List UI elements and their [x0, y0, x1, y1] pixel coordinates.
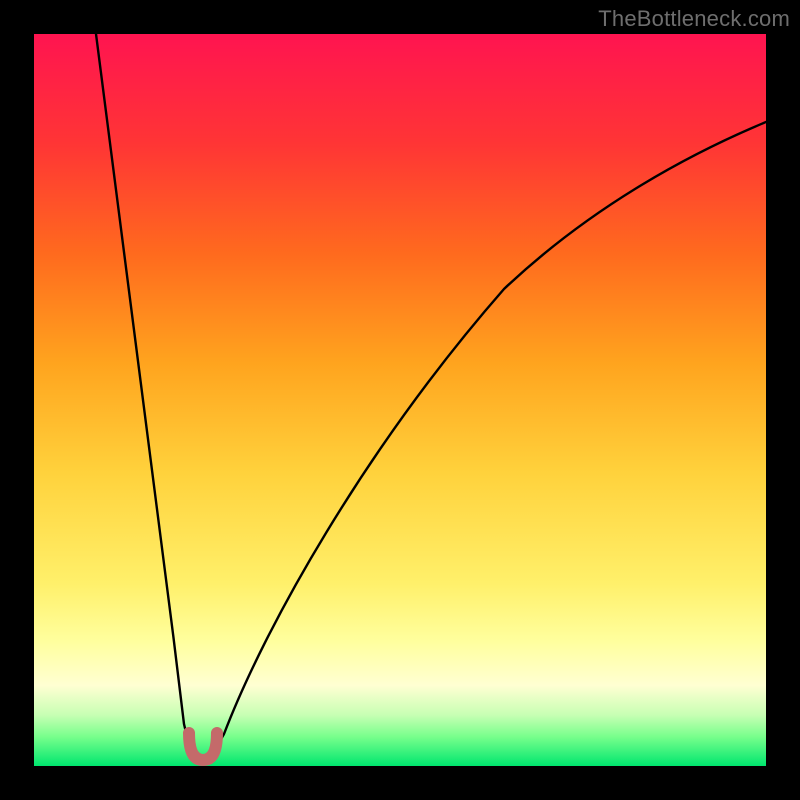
- chart-frame: [34, 34, 766, 766]
- watermark-text: TheBottleneck.com: [598, 6, 790, 32]
- bottleneck-curve: [34, 34, 766, 766]
- curve-left: [96, 34, 194, 754]
- valley-marker: [189, 733, 217, 760]
- curve-right: [212, 122, 766, 754]
